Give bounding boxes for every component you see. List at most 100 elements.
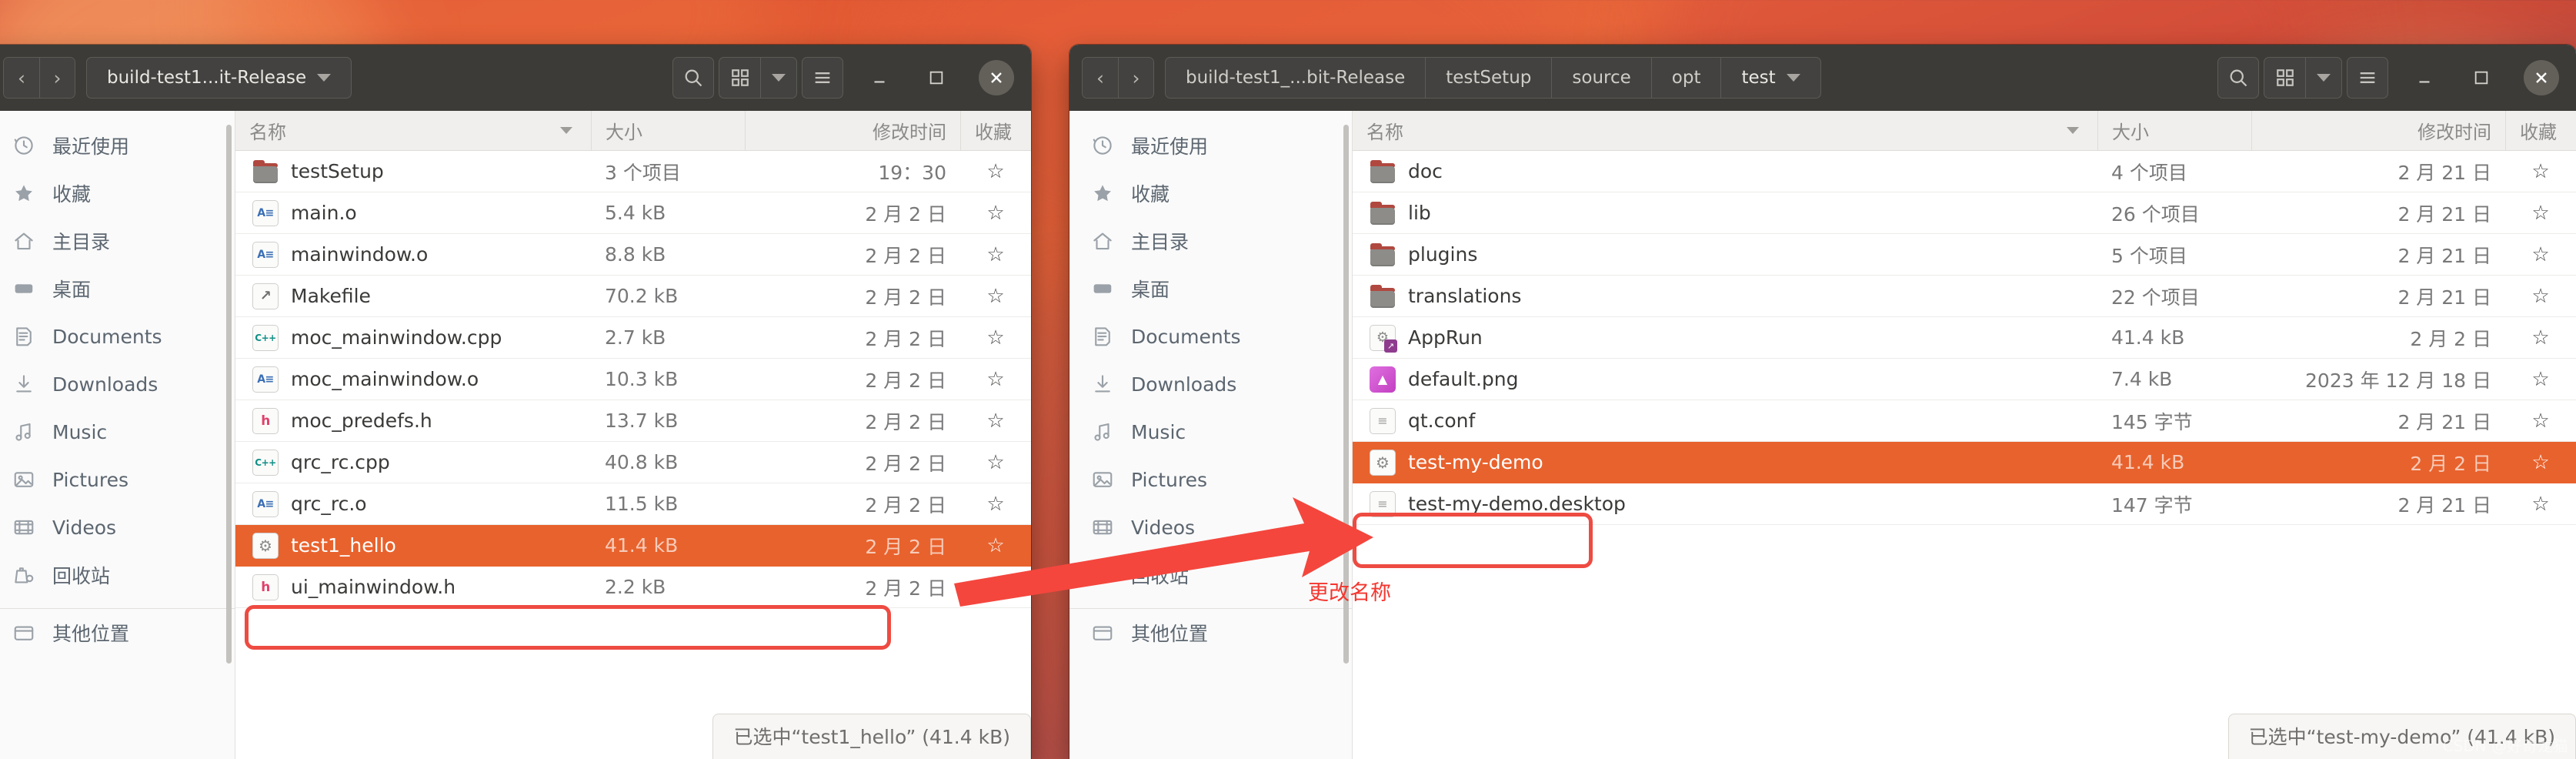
sidebar-item-videos[interactable]: Videos [0,503,235,551]
column-header-mtime[interactable]: 修改时间 [745,111,960,150]
grid-view-button[interactable] [2264,57,2305,99]
file-manager-window-left[interactable]: ‹ › build-test1...it-Release 最近使用 收藏 主目录… [0,45,1031,759]
table-row[interactable]: A≡ moc_mainwindow.o 10.3 kB 2 月 2 日 ☆ [235,359,1031,400]
favorite-star-icon[interactable]: ☆ [2505,451,2576,474]
favorite-star-icon[interactable]: ☆ [960,576,1031,599]
sidebar-scrollbar[interactable] [1343,125,1349,664]
view-toggle-group-left[interactable] [719,57,797,99]
maximize-button[interactable] [916,57,957,99]
favorite-star-icon[interactable]: ☆ [2505,285,2576,308]
view-options-button[interactable] [2305,57,2342,99]
sidebar-item-downloads[interactable]: Downloads [1069,360,1352,408]
breadcrumb-right[interactable]: build-test1_...bit-Release testSetup sourc… [1165,57,1821,99]
menu-button[interactable] [2347,57,2388,99]
column-header-name[interactable]: 名称 [235,111,591,150]
sidebar-item-主目录[interactable]: 主目录 [1069,217,1352,265]
favorite-star-icon[interactable]: ☆ [2505,368,2576,391]
breadcrumb-item-3[interactable]: opt [1650,58,1721,98]
nav-buttons-left[interactable]: ‹ › [3,57,75,99]
file-name-cell[interactable]: ⚙ test1_hello [235,532,591,559]
favorite-star-icon[interactable]: ☆ [960,326,1031,349]
file-name-cell[interactable]: A≡ qrc_rc.o [235,490,591,517]
column-header-star[interactable]: 收藏 [2505,111,2576,150]
table-row[interactable]: plugins 5 个项目 2 月 21 日 ☆ [1353,234,2576,276]
file-name-cell[interactable]: h moc_predefs.h [235,407,591,434]
file-name-cell[interactable]: ↗ Makefile [235,283,591,309]
table-row[interactable]: lib 26 个项目 2 月 21 日 ☆ [1353,192,2576,234]
sidebar-item-收藏[interactable]: 收藏 [1069,169,1352,217]
breadcrumb-item-0[interactable]: build-test1...it-Release [87,58,351,98]
column-header-size[interactable]: 大小 [2097,111,2251,150]
file-name-cell[interactable]: h ui_mainwindow.h [235,573,591,600]
chevron-down-icon[interactable] [1786,74,1800,82]
sidebar-item-downloads[interactable]: Downloads [0,360,235,408]
file-name-cell[interactable]: ≡ qt.conf [1353,407,2097,434]
sidebar-item-pictures[interactable]: Pictures [0,456,235,503]
sidebar-item-收藏[interactable]: 收藏 [0,169,235,217]
sidebar-item-videos[interactable]: Videos [1069,503,1352,551]
table-row[interactable]: ≡ qt.conf 145 字节 2 月 21 日 ☆ [1353,400,2576,442]
favorite-star-icon[interactable]: ☆ [960,534,1031,557]
table-row[interactable]: A≡ qrc_rc.o 11.5 kB 2 月 2 日 ☆ [235,483,1031,525]
sidebar-item-pictures[interactable]: Pictures [1069,456,1352,503]
sidebar-item-documents[interactable]: Documents [0,313,235,360]
favorite-star-icon[interactable]: ☆ [2505,410,2576,433]
search-button[interactable] [672,57,714,99]
table-row[interactable]: ⚙ ↗ AppRun 41.4 kB 2 月 2 日 ☆ [1353,317,2576,359]
file-name-cell[interactable]: ⚙ ↗ AppRun [1353,324,2097,353]
favorite-star-icon[interactable]: ☆ [2505,160,2576,183]
table-row[interactable]: C++ moc_mainwindow.cpp 2.7 kB 2 月 2 日 ☆ [235,317,1031,359]
forward-button[interactable]: › [39,58,75,98]
favorite-star-icon[interactable]: ☆ [960,202,1031,225]
sidebar-item-documents[interactable]: Documents [1069,313,1352,360]
file-manager-window-right[interactable]: ‹ › build-test1_...bit-Release testSetup s… [1069,45,2576,759]
table-row[interactable]: h moc_predefs.h 13.7 kB 2 月 2 日 ☆ [235,400,1031,442]
file-name-cell[interactable]: A≡ mainwindow.o [235,241,591,268]
grid-view-button[interactable] [719,57,760,99]
file-name-cell[interactable]: C++ moc_mainwindow.cpp [235,324,591,351]
sidebar-item-最近使用[interactable]: 最近使用 [0,122,235,169]
favorite-star-icon[interactable]: ☆ [960,160,1031,183]
favorite-star-icon[interactable]: ☆ [960,285,1031,308]
file-name-cell[interactable]: C++ qrc_rc.cpp [235,449,591,476]
sidebar-item-回收站[interactable]: 回收站 [0,551,235,599]
file-name-cell[interactable]: ⚙ test-my-demo [1353,449,2097,476]
minimize-button[interactable] [2404,57,2445,99]
table-row[interactable]: ⚙ test1_hello 41.4 kB 2 月 2 日 ☆ [235,525,1031,567]
sidebar-item-回收站[interactable]: 回收站 [1069,551,1352,599]
breadcrumb-item-2[interactable]: source [1551,58,1650,98]
file-name-cell[interactable]: plugins [1353,242,2097,268]
back-button[interactable]: ‹ [4,58,39,98]
file-name-cell[interactable]: ▲ default.png [1353,366,2097,393]
breadcrumb-item-0[interactable]: build-test1_...bit-Release [1166,58,1425,98]
breadcrumb-item-4[interactable]: test [1720,58,1820,98]
favorite-star-icon[interactable]: ☆ [2505,202,2576,225]
sidebar-left[interactable]: 最近使用 收藏 主目录 桌面 Documents Downloads Music Pictur… [0,111,235,759]
search-button[interactable] [2217,57,2259,99]
table-row[interactable]: ⚙ test-my-demo 41.4 kB 2 月 2 日 ☆ [1353,442,2576,483]
file-name-cell[interactable]: translations [1353,283,2097,309]
favorite-star-icon[interactable]: ☆ [2505,493,2576,516]
table-row[interactable]: testSetup 3 个项目 19：30 ☆ [235,151,1031,192]
breadcrumb-item-1[interactable]: testSetup [1425,58,1551,98]
nav-buttons-right[interactable]: ‹ › [1082,57,1154,99]
favorite-star-icon[interactable]: ☆ [2505,326,2576,349]
sidebar-item-桌面[interactable]: 桌面 [1069,265,1352,313]
table-row[interactable]: ▲ default.png 7.4 kB 2023 年 12 月 18 日 ☆ [1353,359,2576,400]
close-button[interactable] [2524,60,2559,95]
menu-button[interactable] [802,57,843,99]
sidebar-item-other-locations[interactable]: 其他位置 [0,609,235,657]
table-row[interactable]: C++ qrc_rc.cpp 40.8 kB 2 月 2 日 ☆ [235,442,1031,483]
sidebar-item-桌面[interactable]: 桌面 [0,265,235,313]
view-options-button[interactable] [760,57,797,99]
column-header-mtime[interactable]: 修改时间 [2251,111,2505,150]
sidebar-item-主目录[interactable]: 主目录 [0,217,235,265]
sidebar-item-other-locations[interactable]: 其他位置 [1069,609,1352,657]
file-name-cell[interactable]: lib [1353,200,2097,226]
favorite-star-icon[interactable]: ☆ [960,493,1031,516]
forward-button[interactable]: › [1118,58,1153,98]
view-toggle-group-right[interactable] [2264,57,2342,99]
favorite-star-icon[interactable]: ☆ [2505,243,2576,266]
table-row[interactable]: translations 22 个项目 2 月 21 日 ☆ [1353,276,2576,317]
minimize-button[interactable] [859,57,900,99]
